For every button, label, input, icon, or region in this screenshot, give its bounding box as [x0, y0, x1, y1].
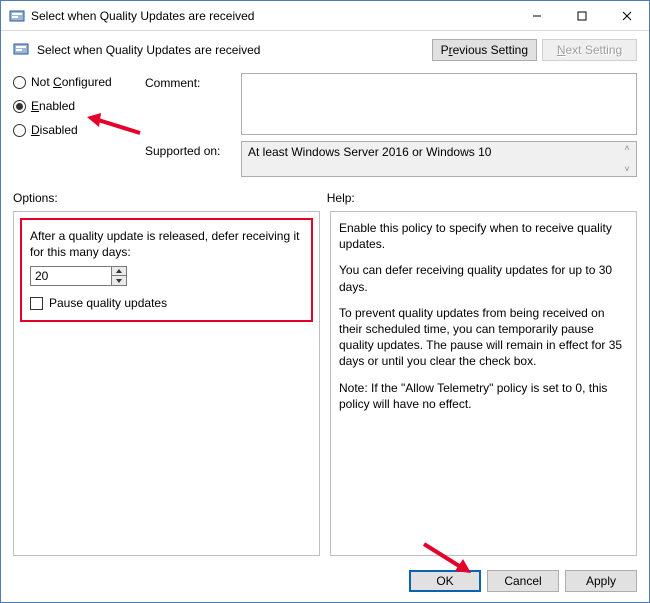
cancel-button[interactable]: Cancel [487, 570, 559, 592]
radio-label: Disabled [31, 123, 78, 137]
supported-on-label: Supported on: [145, 141, 241, 177]
minimize-button[interactable] [514, 1, 559, 30]
window-title: Select when Quality Updates are received [31, 9, 514, 23]
policy-editor-window: Select when Quality Updates are received… [0, 0, 650, 603]
help-paragraph: Note: If the "Allow Telemetry" policy is… [339, 380, 628, 412]
help-heading: Help: [319, 191, 637, 205]
apply-button[interactable]: Apply [565, 570, 637, 592]
radio-not-configured[interactable]: Not Configured [13, 75, 145, 89]
state-radio-group: Not Configured Enabled Disabled [13, 73, 145, 183]
radio-disabled[interactable]: Disabled [13, 123, 145, 137]
policy-icon [13, 41, 31, 59]
supported-on-value: At least Windows Server 2016 or Windows … [241, 141, 637, 177]
ok-button[interactable]: OK [409, 570, 481, 592]
pause-updates-checkbox[interactable]: Pause quality updates [30, 296, 303, 310]
previous-setting-button[interactable]: Previous Setting [432, 39, 537, 61]
radio-label: Enabled [31, 99, 75, 113]
radio-icon [13, 124, 26, 137]
titlebar: Select when Quality Updates are received [1, 1, 649, 31]
radio-enabled[interactable]: Enabled [13, 99, 145, 113]
annotation-highlight: After a quality update is released, defe… [20, 218, 313, 322]
help-paragraph: You can defer receiving quality updates … [339, 262, 628, 294]
radio-icon [13, 76, 26, 89]
header-row: Select when Quality Updates are received… [1, 31, 649, 65]
maximize-button[interactable] [559, 1, 604, 30]
comment-label: Comment: [145, 73, 241, 135]
policy-title: Select when Quality Updates are received [37, 43, 427, 57]
defer-days-spinner[interactable] [30, 266, 303, 286]
options-heading: Options: [13, 191, 319, 205]
panels: After a quality update is released, defe… [1, 211, 649, 564]
help-paragraph: Enable this policy to specify when to re… [339, 220, 628, 252]
help-panel: Enable this policy to specify when to re… [330, 211, 637, 556]
close-button[interactable] [604, 1, 649, 30]
next-setting-button: Next Setting [542, 39, 637, 61]
scroll-indicator-icon: ˄˅ [620, 144, 634, 174]
comment-input[interactable] [241, 73, 637, 135]
upper-area: Not Configured Enabled Disabled Comment:… [1, 65, 649, 185]
options-panel: After a quality update is released, defe… [13, 211, 320, 556]
policy-icon [9, 8, 25, 24]
checkbox-icon [30, 297, 43, 310]
radio-label: Not Configured [31, 75, 112, 89]
spinner-up-icon[interactable] [112, 267, 126, 276]
spinner-buttons[interactable] [112, 266, 127, 286]
form-column: Comment: Supported on: At least Windows … [145, 73, 637, 183]
section-labels: Options: Help: [1, 185, 649, 211]
window-controls [514, 1, 649, 30]
pause-updates-label: Pause quality updates [49, 296, 167, 310]
spinner-down-icon[interactable] [112, 276, 126, 285]
help-paragraph: To prevent quality updates from being re… [339, 305, 628, 370]
defer-days-label: After a quality update is released, defe… [30, 228, 303, 260]
defer-days-input[interactable] [30, 266, 112, 286]
radio-icon [13, 100, 26, 113]
dialog-footer: OK Cancel Apply [1, 564, 649, 602]
